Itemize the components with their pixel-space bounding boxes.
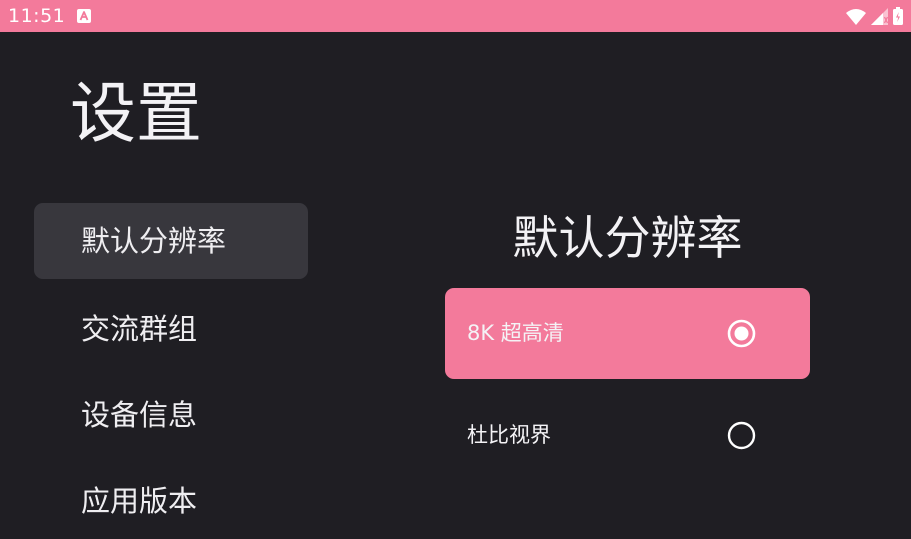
sidebar-item-label: 设备信息 — [81, 398, 198, 432]
sidebar-item-default-resolution[interactable]: 默认分辨率 — [34, 203, 308, 279]
sidebar-item-label: 交流群组 — [81, 312, 198, 346]
radio-unselected-icon[interactable] — [727, 421, 756, 450]
signal-icon — [871, 7, 888, 25]
status-bar: 11:51 — [0, 0, 911, 32]
a-square-icon — [77, 9, 91, 23]
sidebar-item-device-info[interactable]: 设备信息 — [34, 377, 308, 453]
sidebar-item-app-version[interactable]: 应用版本 — [34, 463, 308, 539]
section-title: 默认分辨率 — [512, 211, 743, 265]
resolution-option-dolby-vision[interactable]: 杜比视界 — [445, 390, 810, 481]
status-icons — [846, 7, 903, 25]
status-time: 11:51 — [8, 5, 66, 27]
wifi-icon — [846, 8, 866, 25]
sidebar-item-label: 默认分辨率 — [81, 224, 227, 258]
sidebar-item-community-groups[interactable]: 交流群组 — [34, 291, 308, 367]
sidebar-item-label: 应用版本 — [81, 484, 198, 518]
radio-selected-icon[interactable] — [727, 319, 756, 348]
option-label: 杜比视界 — [467, 423, 551, 447]
option-label: 8K 超高清 — [467, 321, 564, 345]
page-title: 设置 — [70, 75, 202, 152]
battery-icon — [893, 7, 903, 25]
resolution-option-8k[interactable]: 8K 超高清 — [445, 288, 810, 379]
